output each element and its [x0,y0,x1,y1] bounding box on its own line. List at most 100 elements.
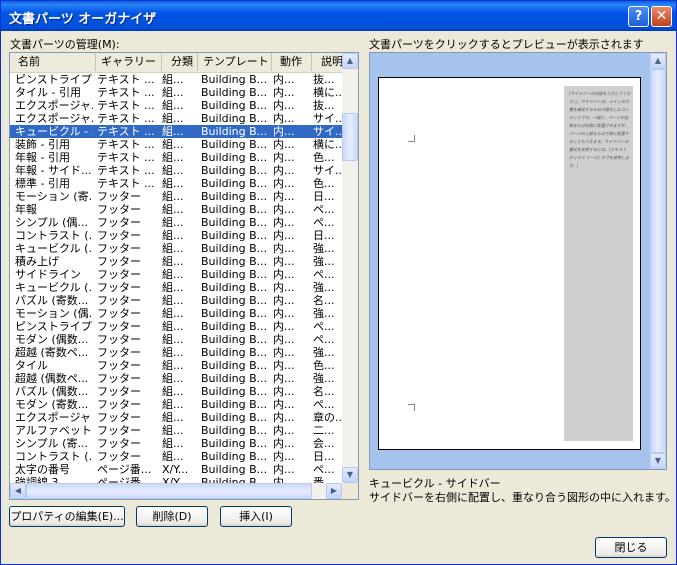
cell-name: モーション (寄... [15,190,93,203]
building-blocks-list[interactable]: 名前 ギャラリー 分類 テンプレート 動作 説明 ピンストライプ ... テキスト… [9,52,359,500]
table-row[interactable]: 積み上げ フッター 組... Building B... 内... 強... [10,255,342,268]
title-bar[interactable]: 文書パーツ オーガナイザ ? ✕ [1,1,676,31]
table-row[interactable]: パズル (寄数... フッター 組... Building B... 内... 名... [10,294,342,307]
edit-properties-button[interactable]: プロパティの編集(E)... [9,506,125,527]
table-row[interactable]: 標準 - 引用 テキスト ... 組... Building B... 内... 色... [10,177,342,190]
column-header-description[interactable]: 説明 [312,53,342,71]
list-horizontal-scrollbar[interactable]: ◀ ▶ [10,483,342,499]
scroll-up-button[interactable]: ▲ [342,53,358,69]
table-row[interactable]: コントラスト (... フッター 組... Building B... 内... 日... [10,450,342,463]
list-vertical-scrollbar[interactable]: ▲ ▼ [342,53,358,483]
cell-behavior: 内... [273,385,295,398]
preview-scroll-up-button[interactable]: ▲ [650,53,666,69]
table-row[interactable]: 年報 - 引用 テキスト ... 組... Building B... 内... 色... [10,151,342,164]
table-row[interactable]: 装飾 - 引用 テキスト ... 組... Building B... 内... 横に..… [10,138,342,151]
cell-behavior: 内... [273,190,295,203]
column-header-gallery[interactable]: ギャラリー [96,53,162,71]
table-row[interactable]: キュービクル - ... テキスト ... 組... Building B... 内..… [10,125,342,138]
insert-button[interactable]: 挿入(I) [220,506,292,527]
table-row[interactable]: エクスポージャ... テキスト ... 組... Building B... 内... 抜… [10,99,342,112]
list-scroll-thumb[interactable] [342,113,358,161]
cell-description: ペ... [313,333,335,346]
cell-behavior: 内... [273,359,295,372]
table-row[interactable]: エクスポージャフッター 組... Building B... 内... 章の... [10,411,342,424]
close-window-button[interactable]: ✕ [651,6,672,27]
scroll-right-button[interactable]: ▶ [326,483,342,499]
scroll-left-button[interactable]: ◀ [10,483,26,499]
cell-behavior: 内... [273,203,295,216]
preview-scroll-down-button[interactable]: ▼ [650,453,666,469]
table-row[interactable]: シンプル (偶... フッター 組... Building B... 内... ペ... [10,216,342,229]
cell-template: Building B... [201,463,268,476]
table-row[interactable]: サイドライン フッター 組... Building B... 内... ペ... [10,268,342,281]
cell-behavior: 内... [273,112,295,125]
cell-name: タイル [15,359,48,372]
table-row[interactable]: モダン (寄数... フッター 組... Building B... 内... ペ... [10,398,342,411]
table-row[interactable]: モーション (寄... フッター 組... Building B... 内... 日... [10,190,342,203]
cell-name: キュービクル (... [15,242,93,255]
cell-template: Building B... [201,229,268,242]
list-hscroll-thumb[interactable] [26,483,312,499]
cell-gallery: フッター [97,281,141,294]
cell-gallery: フッター [97,255,141,268]
cell-name: 積み上げ [15,255,59,268]
cell-gallery: フッター [97,268,141,281]
cell-name: シンプル (寄... [15,437,88,450]
cell-name: ピンストライプ ... [15,73,93,86]
cell-template: Building B... [201,268,268,281]
cell-category: 組... [162,242,184,255]
table-row[interactable]: 超越 (寄数ペ... フッター 組... Building B... 内... 強... [10,346,342,359]
table-row[interactable]: エクスポージャ... テキスト ... 組... Building B... 内... サ… [10,112,342,125]
table-row[interactable]: タイル - 引用 テキスト ... 組... Building B... 内... 横に.… [10,86,342,99]
cell-behavior: 内... [273,99,295,112]
preview-vertical-scrollbar[interactable]: ▲ ▼ [650,53,666,469]
delete-button[interactable]: 削除(D) [136,506,208,527]
cell-description: ペ... [313,203,335,216]
cell-behavior: 内... [273,177,295,190]
cell-behavior: 内... [273,398,295,411]
cell-gallery: テキスト ... [97,151,155,164]
cell-name: パズル (寄数... [15,294,89,307]
cell-gallery: テキスト ... [97,86,155,99]
table-row[interactable]: モーション (偶... フッター 組... Building B... 内... 強... [10,307,342,320]
cell-category: 組... [162,229,184,242]
preview-scroll-thumb[interactable] [650,69,666,453]
column-header-template[interactable]: テンプレート [198,53,272,71]
cell-gallery: フッター [97,346,141,359]
table-row[interactable]: アルファベット フッター 組... Building B... 内... 二... [10,424,342,437]
cell-behavior: 内... [273,151,295,164]
table-row[interactable]: コントラスト (... フッター 組... Building B... 内... 日... [10,229,342,242]
table-row[interactable]: パズル (偶数... フッター 組... Building B... 内... 名... [10,385,342,398]
cell-behavior: 内... [273,138,295,151]
cell-behavior: 内... [273,255,295,268]
cell-category: X/Y... [162,463,189,476]
table-row[interactable]: 超越 (偶数ペ... フッター 組... Building B... 内... 強... [10,372,342,385]
cell-description: 日... [313,229,335,242]
help-button[interactable]: ? [628,6,649,27]
table-row[interactable]: タイル フッター 組... Building B... 内... 色... [10,359,342,372]
table-row[interactable]: モダン (偶数... フッター 組... Building B... 内... ペ... [10,333,342,346]
table-row[interactable]: 年報 - サイド... テキスト ... 組... Building B... 内...… [10,164,342,177]
table-row[interactable]: キュービクル (... フッター 組... Building B... 内... 強... [10,242,342,255]
cell-name: キュービクル (... [15,281,93,294]
cell-template: Building B... [201,190,268,203]
table-row[interactable]: キュービクル (... フッター 組... Building B... 内... 強... [10,281,342,294]
scroll-down-button[interactable]: ▼ [342,467,358,483]
table-row[interactable]: 太字の番号 ページ番... X/Y... Building B... 内... ペ... [10,463,342,476]
table-row[interactable]: シンプル (寄... フッター 組... Building B... 内... 会... [10,437,342,450]
table-row[interactable]: 年報 フッター 組... Building B... 内... ペ... [10,203,342,216]
cell-behavior: 内... [273,424,295,437]
column-header-behavior[interactable]: 動作 [272,53,312,71]
cell-template: Building B... [201,359,268,372]
cell-name: エクスポージャ [15,411,91,424]
table-row[interactable]: ピンストライプ ... テキスト ... 組... Building B... 内...… [10,73,342,86]
preview-label: 文書パーツをクリックするとプレビューが表示されます [369,38,644,51]
cell-category: 組... [162,333,184,346]
column-header-name[interactable]: 名前 [10,53,96,71]
close-button[interactable]: 閉じる [595,537,667,558]
column-header-category[interactable]: 分類 [162,53,198,71]
table-row[interactable]: 強調線 3 ページ番... X/Y... Building B... 内... 番... [10,476,342,483]
table-row[interactable]: ピンストライプ フッター 組... Building B... 内... ペ... [10,320,342,333]
cell-category: 組... [162,73,184,86]
cell-category: 組... [162,177,184,190]
